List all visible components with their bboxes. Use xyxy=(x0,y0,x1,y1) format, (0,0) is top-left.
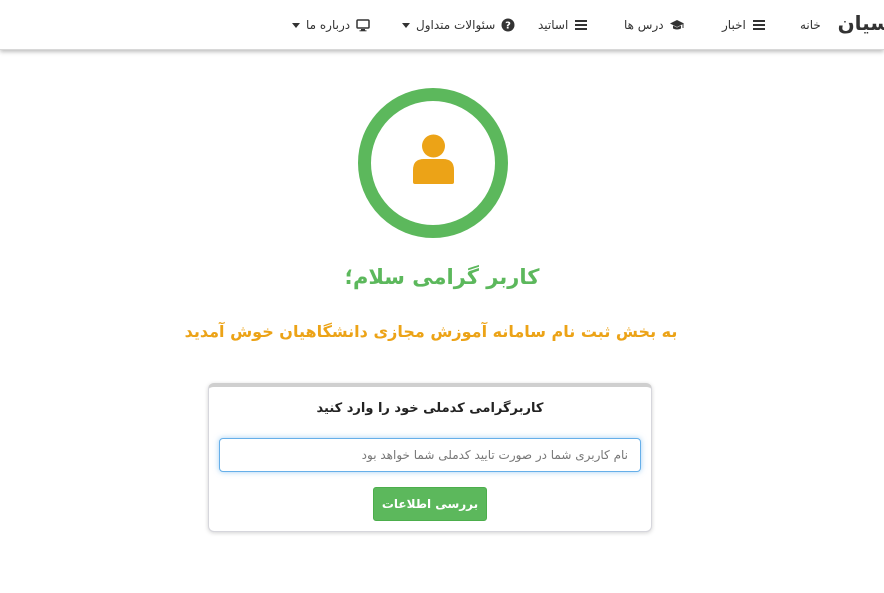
greeting-heading: کاربر گرامی سلام؛ xyxy=(344,265,540,289)
form-title: کاربرگرامی کدملی خود را وارد کنید xyxy=(316,401,544,416)
national-id-input[interactable] xyxy=(219,438,641,472)
question-circle-icon: ? xyxy=(501,18,515,32)
desktop-icon xyxy=(356,19,370,32)
list-icon xyxy=(752,20,765,30)
svg-text:?: ? xyxy=(505,21,511,32)
nav-item-label: اساتید xyxy=(538,18,569,32)
nav-item-label: سئوالات متداول xyxy=(416,18,496,32)
nav-item-about[interactable]: درباره ما xyxy=(292,16,370,34)
nav-item-home[interactable]: خانه xyxy=(800,16,821,34)
user-icon xyxy=(413,134,454,184)
nav-item-label: اخبار xyxy=(722,18,746,32)
nav-item-news[interactable]: اخبار xyxy=(722,16,766,34)
site-brand[interactable]: سیان xyxy=(838,11,884,35)
nav-item-label: درس ها xyxy=(624,18,664,32)
nav-item-professors[interactable]: اساتید xyxy=(538,16,588,34)
top-navbar: سیان خانه اخبار درس ها اساتید ? xyxy=(0,0,884,50)
nav-item-label: خانه xyxy=(800,18,821,32)
national-id-form-card: کاربرگرامی کدملی خود را وارد کنید بررسی … xyxy=(208,383,652,532)
list-icon xyxy=(575,20,588,30)
chevron-down-icon xyxy=(402,22,410,28)
nav-item-faq[interactable]: ? سئوالات متداول xyxy=(402,16,515,34)
avatar xyxy=(358,88,508,238)
chevron-down-icon xyxy=(292,22,300,28)
welcome-message: به بخش ثبت نام سامانه آموزش مجازی دانشگا… xyxy=(184,322,678,341)
check-info-button[interactable]: بررسی اطلاعات xyxy=(373,487,487,521)
graduation-cap-icon xyxy=(669,20,684,30)
nav-item-courses[interactable]: درس ها xyxy=(624,16,684,34)
nav-item-label: درباره ما xyxy=(306,18,351,32)
